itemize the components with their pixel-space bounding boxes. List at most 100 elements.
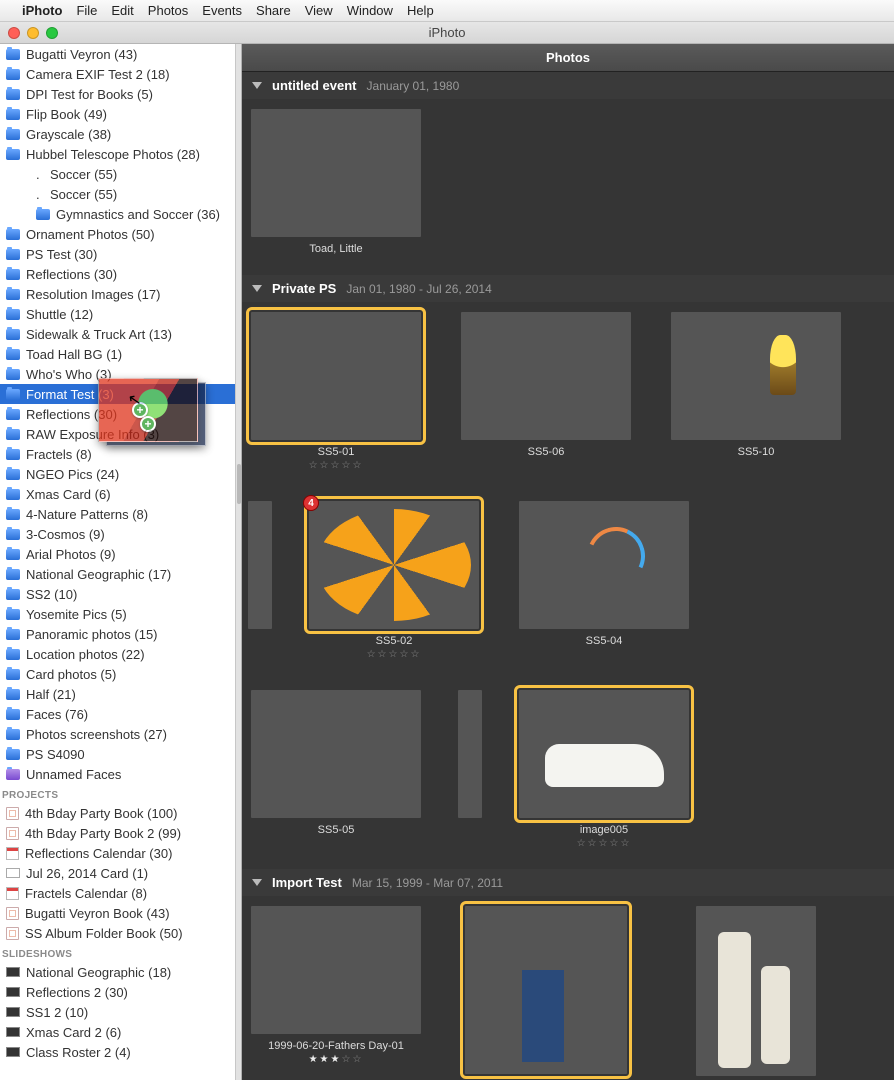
- sidebar-item[interactable]: Faces (76): [0, 704, 235, 724]
- menu-window[interactable]: Window: [347, 3, 393, 18]
- rating-stars[interactable]: ☆☆☆☆☆: [367, 649, 422, 660]
- sidebar-item[interactable]: Unnamed Faces: [0, 764, 235, 784]
- sidebar-item[interactable]: PS S4090: [0, 744, 235, 764]
- sidebar-item-label: Yosemite Pics (5): [26, 607, 127, 622]
- book-icon: [6, 907, 19, 920]
- minimize-button[interactable]: [27, 27, 39, 39]
- sidebar-item[interactable]: Jul 26, 2014 Card (1): [0, 863, 235, 883]
- sidebar-item[interactable]: Grayscale (38): [0, 124, 235, 144]
- sidebar-item[interactable]: National Geographic (18): [0, 962, 235, 982]
- sidebar-item[interactable]: Bugatti Veyron (43): [0, 44, 235, 64]
- folder-icon: [6, 89, 20, 100]
- menu-share[interactable]: Share: [256, 3, 291, 18]
- sidebar-item[interactable]: Camera EXIF Test 2 (18): [0, 64, 235, 84]
- sidebar-item[interactable]: Xmas Card (6): [0, 484, 235, 504]
- menu-file[interactable]: File: [76, 3, 97, 18]
- disclosure-triangle-icon[interactable]: [252, 82, 262, 89]
- sidebar-item[interactable]: SS Album Folder Book (50): [0, 923, 235, 943]
- sidebar-item[interactable]: Ornament Photos (50): [0, 224, 235, 244]
- sidebar-item[interactable]: RAW Exposure Info (3): [0, 424, 235, 444]
- sidebar-item[interactable]: Format Test (3): [0, 384, 235, 404]
- photo-thumbnail[interactable]: SS5-01☆☆☆☆☆: [248, 312, 424, 471]
- sidebar-item[interactable]: SS1 2 (10): [0, 1002, 235, 1022]
- photo-thumbnail[interactable]: 2011-03-07-Baseball Team-001: [668, 906, 844, 1080]
- sidebar-item[interactable]: Gymnastics and Soccer (36): [0, 204, 235, 224]
- sidebar-item[interactable]: Reflections (30): [0, 264, 235, 284]
- slide-icon: [6, 1027, 20, 1037]
- photo-thumbnail[interactable]: SS5-10: [668, 312, 844, 471]
- photo-image: [248, 501, 272, 629]
- sidebar-item[interactable]: 4th Bday Party Book (100): [0, 803, 235, 823]
- sidebar-item-label: Camera EXIF Test 2 (18): [26, 67, 170, 82]
- menu-edit[interactable]: Edit: [111, 3, 133, 18]
- event-header[interactable]: Import TestMar 15, 1999 - Mar 07, 2011: [242, 869, 894, 896]
- menu-view[interactable]: View: [305, 3, 333, 18]
- rating-stars[interactable]: ☆☆☆☆☆: [309, 460, 364, 471]
- sidebar-item[interactable]: Yosemite Pics (5): [0, 604, 235, 624]
- sidebar-item[interactable]: SS2 (10): [0, 584, 235, 604]
- photo-thumbnail[interactable]: 1999-06-20-Fathers Day-01★★★☆☆: [248, 906, 424, 1080]
- folder-icon: [6, 689, 20, 700]
- sidebar-item[interactable]: Bugatti Veyron Book (43): [0, 903, 235, 923]
- sidebar-item[interactable]: Reflections (30): [0, 404, 235, 424]
- folder-icon: [6, 769, 20, 780]
- sidebar-item[interactable]: .Soccer (55): [0, 184, 235, 204]
- sidebar-item[interactable]: .Soccer (55): [0, 164, 235, 184]
- sidebar-item-label: Unnamed Faces: [26, 767, 121, 782]
- rating-stars[interactable]: ☆☆☆☆☆: [577, 838, 632, 849]
- sidebar-item[interactable]: Shuttle (12): [0, 304, 235, 324]
- sidebar-item[interactable]: Toad Hall BG (1): [0, 344, 235, 364]
- rating-stars[interactable]: ★★★☆☆: [309, 1054, 364, 1065]
- photo-thumbnail[interactable]: [458, 690, 482, 849]
- sidebar-item[interactable]: Panoramic photos (15): [0, 624, 235, 644]
- sidebar-item[interactable]: Location photos (22): [0, 644, 235, 664]
- sidebar-item[interactable]: Photos screenshots (27): [0, 724, 235, 744]
- sidebar-item[interactable]: Hubbel Telescope Photos (28): [0, 144, 235, 164]
- photo-thumbnail[interactable]: 1999-06-20-Fathers Day-02★★★☆☆: [458, 906, 634, 1080]
- sidebar-item[interactable]: NGEO Pics (24): [0, 464, 235, 484]
- event-header[interactable]: untitled eventJanuary 01, 1980: [242, 72, 894, 99]
- sidebar-item[interactable]: PS Test (30): [0, 244, 235, 264]
- sidebar-item[interactable]: DPI Test for Books (5): [0, 84, 235, 104]
- sidebar-item[interactable]: Arial Photos (9): [0, 544, 235, 564]
- sidebar-item[interactable]: Xmas Card 2 (6): [0, 1022, 235, 1042]
- photo-thumbnail[interactable]: 4SS5-02☆☆☆☆☆: [306, 501, 482, 660]
- sidebar-item[interactable]: Resolution Images (17): [0, 284, 235, 304]
- menu-events[interactable]: Events: [202, 3, 242, 18]
- slide-icon: [6, 987, 20, 997]
- photo-grid: SS5-01☆☆☆☆☆SS5-06SS5-104SS5-02☆☆☆☆☆SS5-0…: [242, 302, 894, 869]
- photo-thumbnail[interactable]: SS5-05: [248, 690, 424, 849]
- sidebar-item[interactable]: National Geographic (17): [0, 564, 235, 584]
- menu-photos[interactable]: Photos: [148, 3, 188, 18]
- close-button[interactable]: [8, 27, 20, 39]
- photo-thumbnail[interactable]: image005☆☆☆☆☆: [516, 690, 692, 849]
- event-date: Mar 15, 1999 - Mar 07, 2011: [352, 876, 503, 890]
- sidebar-item[interactable]: Fractels Calendar (8): [0, 883, 235, 903]
- sidebar-item[interactable]: Sidewalk & Truck Art (13): [0, 324, 235, 344]
- event-header[interactable]: Private PSJan 01, 1980 - Jul 26, 2014: [242, 275, 894, 302]
- disclosure-triangle-icon[interactable]: [252, 285, 262, 292]
- app-menu[interactable]: iPhoto: [22, 3, 62, 18]
- photo-thumbnail[interactable]: SS5-04: [516, 501, 692, 660]
- sidebar-item[interactable]: 4th Bday Party Book 2 (99): [0, 823, 235, 843]
- sidebar-item[interactable]: Reflections 2 (30): [0, 982, 235, 1002]
- sidebar-item[interactable]: Class Roster 2 (4): [0, 1042, 235, 1062]
- sidebar-item[interactable]: Half (21): [0, 684, 235, 704]
- sidebar-item[interactable]: Card photos (5): [0, 664, 235, 684]
- sidebar-item-label: Card photos (5): [26, 667, 116, 682]
- sidebar: Bugatti Veyron (43) Camera EXIF Test 2 (1…: [0, 44, 236, 1080]
- sidebar-item-label: Class Roster 2 (4): [26, 1045, 131, 1060]
- disclosure-triangle-icon[interactable]: [252, 879, 262, 886]
- sidebar-item[interactable]: Reflections Calendar (30): [0, 843, 235, 863]
- zoom-button[interactable]: [46, 27, 58, 39]
- menu-help[interactable]: Help: [407, 3, 434, 18]
- photo-thumbnail[interactable]: Toad, Little: [248, 109, 424, 255]
- sidebar-item[interactable]: 3-Cosmos (9): [0, 524, 235, 544]
- photo-thumbnail[interactable]: SS5-06: [458, 312, 634, 471]
- sidebar-item[interactable]: Who's Who (3): [0, 364, 235, 384]
- sidebar-item-label: National Geographic (17): [26, 567, 171, 582]
- sidebar-item[interactable]: Flip Book (49): [0, 104, 235, 124]
- sidebar-item[interactable]: Fractels (8): [0, 444, 235, 464]
- sidebar-item[interactable]: 4-Nature Patterns (8): [0, 504, 235, 524]
- photo-thumbnail[interactable]: [248, 501, 272, 660]
